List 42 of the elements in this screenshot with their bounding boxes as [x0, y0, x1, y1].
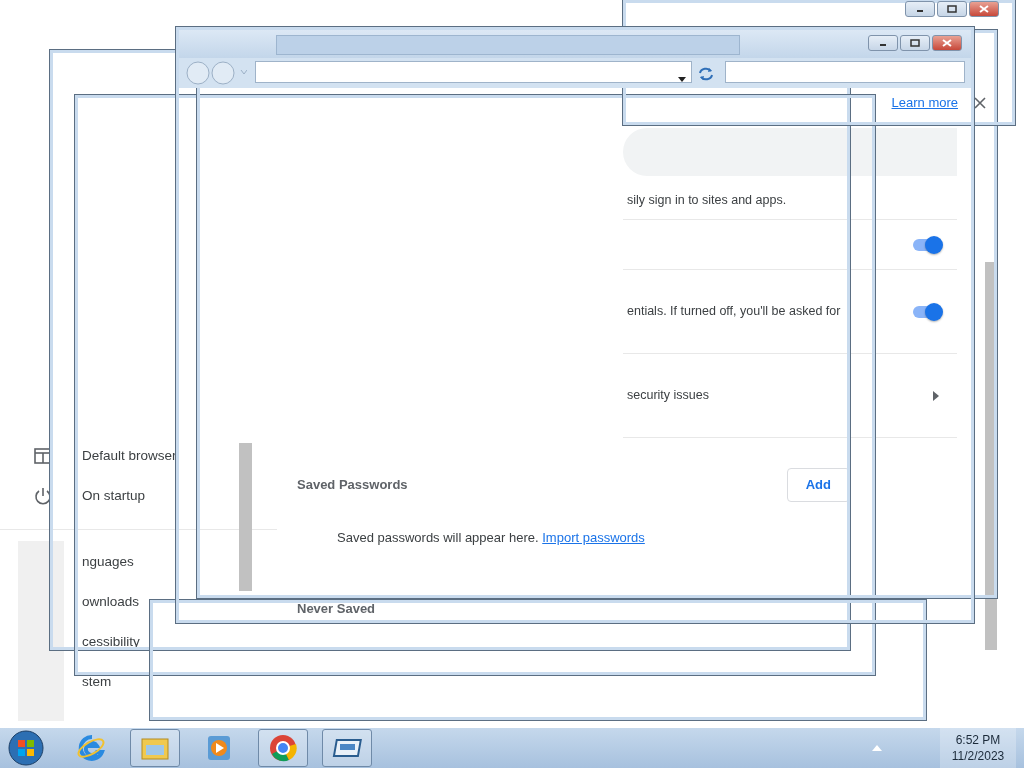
dropdown-icon[interactable]	[678, 77, 686, 83]
setting-text: sily sign in to sites and apps.	[627, 192, 787, 210]
setting-text: security issues	[627, 387, 709, 405]
maximize-button[interactable]	[900, 35, 930, 51]
clock-time: 6:52 PM	[954, 731, 1002, 748]
import-passwords-link[interactable]: Import passwords	[542, 529, 645, 545]
maximize-icon	[946, 5, 958, 13]
refresh-icon[interactable]	[697, 65, 715, 82]
chrome-circle-icon	[268, 733, 298, 763]
setting-text: entials. If turned off, you'll be asked for	[627, 303, 841, 321]
maximize-icon	[909, 39, 921, 47]
learn-more-link[interactable]: Learn more	[891, 93, 958, 113]
section-title: Never Saved	[297, 600, 377, 618]
sidebar-item[interactable]: Default browser	[82, 445, 177, 467]
sidebar-item[interactable]: stem	[82, 671, 112, 693]
start-orb-icon[interactable]	[6, 728, 46, 768]
maximize-button[interactable]	[937, 1, 967, 17]
clock-date: 11/2/2023	[950, 748, 1006, 765]
clock[interactable]: 6:52 PM 11/2/2023	[940, 728, 1016, 768]
close-icon	[978, 5, 990, 13]
taskbar-app[interactable]	[258, 729, 308, 767]
sidebar-item[interactable]: On startup	[82, 485, 146, 507]
search-field[interactable]	[725, 61, 965, 83]
empty-message: Saved passwords will appear here. Import passwords	[337, 528, 646, 547]
close-button[interactable]	[932, 35, 962, 51]
section-title: Saved Passwords	[297, 476, 408, 494]
sidebar-item[interactable]: nguages	[82, 551, 134, 573]
sidebar-item[interactable]: cessibility	[82, 631, 140, 653]
minimize-button[interactable]	[905, 1, 935, 17]
power-icon	[34, 487, 52, 505]
chevron-right-icon[interactable]	[933, 390, 939, 401]
taskbar-app[interactable]	[322, 729, 372, 767]
minimize-button[interactable]	[868, 35, 898, 51]
add-button[interactable]: Add	[786, 468, 850, 502]
browser-e-icon	[76, 733, 106, 763]
close-icon	[941, 39, 953, 47]
sidebar-item[interactable]: ownloads	[82, 591, 140, 613]
close-icon[interactable]	[974, 97, 986, 109]
close-button[interactable]	[969, 1, 999, 17]
taskbar-app[interactable]	[130, 729, 180, 767]
address-field[interactable]	[255, 61, 692, 83]
browser-window-icon	[34, 448, 52, 464]
